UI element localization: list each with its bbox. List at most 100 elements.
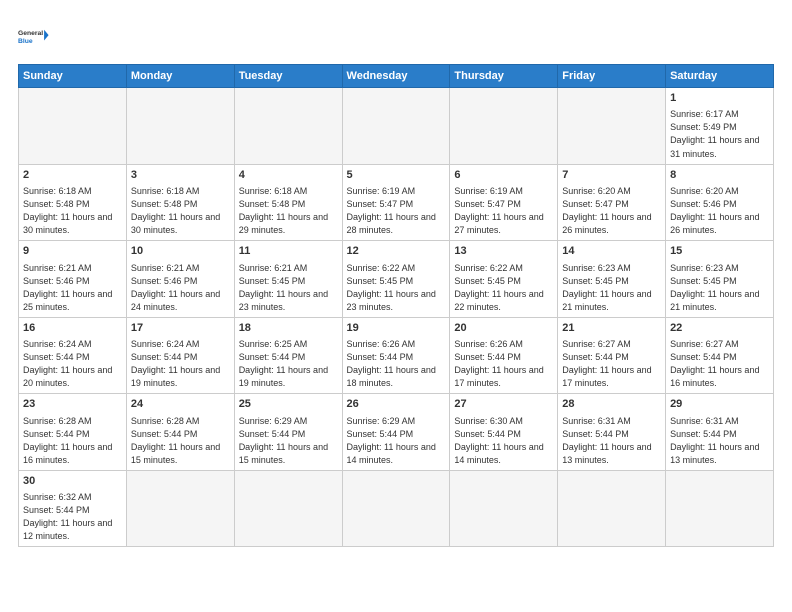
day-number: 6	[454, 168, 553, 183]
day-info: Sunrise: 6:28 AMSunset: 5:44 PMDaylight:…	[23, 415, 122, 467]
day-number: 24	[131, 397, 230, 412]
day-info: Sunrise: 6:23 AMSunset: 5:45 PMDaylight:…	[562, 262, 661, 314]
calendar-cell: 10 Sunrise: 6:21 AMSunset: 5:46 PMDayligh…	[126, 241, 234, 318]
day-info: Sunrise: 6:25 AMSunset: 5:44 PMDaylight:…	[239, 338, 338, 390]
svg-text:Blue: Blue	[18, 38, 33, 45]
weekday-header-tuesday: Tuesday	[234, 65, 342, 88]
day-number: 10	[131, 244, 230, 259]
calendar-cell	[234, 88, 342, 165]
calendar-cell	[558, 88, 666, 165]
calendar-cell: 24Sunrise: 6:28 AMSunset: 5:44 PMDayligh…	[126, 394, 234, 471]
weekday-header-saturday: Saturday	[666, 65, 774, 88]
day-number: 17	[131, 321, 230, 336]
day-info: Sunrise: 6:24 AMSunset: 5:44 PMDaylight:…	[131, 338, 230, 390]
calendar-cell: 18 Sunrise: 6:25 AMSunset: 5:44 PMDayligh…	[234, 317, 342, 394]
calendar-cell: 19 Sunrise: 6:26 AMSunset: 5:44 PMDayligh…	[342, 317, 450, 394]
calendar-cell: 5Sunrise: 6:19 AMSunset: 5:47 PMDaylight…	[342, 164, 450, 241]
day-number: 2	[23, 168, 122, 183]
calendar-cell: 20Sunrise: 6:26 AMSunset: 5:44 PMDayligh…	[450, 317, 558, 394]
day-number: 30	[23, 474, 122, 489]
calendar-cell	[19, 88, 127, 165]
day-number: 8	[670, 168, 769, 183]
calendar-cell: 9 Sunrise: 6:21 AMSunset: 5:46 PMDaylight…	[19, 241, 127, 318]
calendar-cell	[450, 470, 558, 547]
calendar-cell: 25Sunrise: 6:29 AMSunset: 5:44 PMDayligh…	[234, 394, 342, 471]
week-row-1: 2 Sunrise: 6:18 AMSunset: 5:48 PMDaylight…	[19, 164, 774, 241]
calendar-cell: 6 Sunrise: 6:19 AMSunset: 5:47 PMDaylight…	[450, 164, 558, 241]
day-number: 11	[239, 244, 338, 259]
calendar-cell: 21 Sunrise: 6:27 AMSunset: 5:44 PMDayligh…	[558, 317, 666, 394]
day-info: Sunrise: 6:32 AMSunset: 5:44 PMDaylight:…	[23, 491, 122, 543]
calendar-cell	[126, 88, 234, 165]
weekday-header-monday: Monday	[126, 65, 234, 88]
day-number: 29	[670, 397, 769, 412]
calendar-cell	[450, 88, 558, 165]
generalblue-logo-icon: GeneralBlue	[18, 18, 54, 54]
calendar-cell: 17 Sunrise: 6:24 AMSunset: 5:44 PMDayligh…	[126, 317, 234, 394]
calendar-cell: 16Sunrise: 6:24 AMSunset: 5:44 PMDayligh…	[19, 317, 127, 394]
calendar-cell: 7 Sunrise: 6:20 AMSunset: 5:47 PMDaylight…	[558, 164, 666, 241]
day-number: 7	[562, 168, 661, 183]
calendar-cell: 27Sunrise: 6:30 AMSunset: 5:44 PMDayligh…	[450, 394, 558, 471]
calendar-cell: 13 Sunrise: 6:22 AMSunset: 5:45 PMDayligh…	[450, 241, 558, 318]
calendar-cell	[342, 88, 450, 165]
day-info: Sunrise: 6:18 AMSunset: 5:48 PMDaylight:…	[239, 185, 338, 237]
day-number: 19	[347, 321, 446, 336]
week-row-3: 16Sunrise: 6:24 AMSunset: 5:44 PMDayligh…	[19, 317, 774, 394]
day-info: Sunrise: 6:30 AMSunset: 5:44 PMDaylight:…	[454, 415, 553, 467]
week-row-4: 23Sunrise: 6:28 AMSunset: 5:44 PMDayligh…	[19, 394, 774, 471]
calendar-cell: 8 Sunrise: 6:20 AMSunset: 5:46 PMDaylight…	[666, 164, 774, 241]
header: GeneralBlue	[18, 18, 774, 54]
day-info: Sunrise: 6:21 AMSunset: 5:46 PMDaylight:…	[23, 262, 122, 314]
calendar-cell: 28Sunrise: 6:31 AMSunset: 5:44 PMDayligh…	[558, 394, 666, 471]
day-info: Sunrise: 6:29 AMSunset: 5:44 PMDaylight:…	[347, 415, 446, 467]
calendar-cell: 29 Sunrise: 6:31 AMSunset: 5:44 PMDayligh…	[666, 394, 774, 471]
week-row-5: 30 Sunrise: 6:32 AMSunset: 5:44 PMDayligh…	[19, 470, 774, 547]
day-info: Sunrise: 6:22 AMSunset: 5:45 PMDaylight:…	[347, 262, 446, 314]
day-number: 5	[347, 168, 446, 183]
calendar-cell	[558, 470, 666, 547]
day-info: Sunrise: 6:21 AMSunset: 5:46 PMDaylight:…	[131, 262, 230, 314]
day-number: 21	[562, 321, 661, 336]
day-info: Sunrise: 6:31 AMSunset: 5:44 PMDaylight:…	[670, 415, 769, 467]
calendar-cell: 30 Sunrise: 6:32 AMSunset: 5:44 PMDayligh…	[19, 470, 127, 547]
day-number: 4	[239, 168, 338, 183]
day-info: Sunrise: 6:21 AMSunset: 5:45 PMDaylight:…	[239, 262, 338, 314]
calendar-cell: 11 Sunrise: 6:21 AMSunset: 5:45 PMDayligh…	[234, 241, 342, 318]
calendar-cell: 1 Sunrise: 6:17 AMSunset: 5:49 PMDaylight…	[666, 88, 774, 165]
day-info: Sunrise: 6:27 AMSunset: 5:44 PMDaylight:…	[562, 338, 661, 390]
calendar-cell	[342, 470, 450, 547]
day-info: Sunrise: 6:20 AMSunset: 5:46 PMDaylight:…	[670, 185, 769, 237]
day-number: 12	[347, 244, 446, 259]
day-number: 13	[454, 244, 553, 259]
calendar-cell: 3Sunrise: 6:18 AMSunset: 5:48 PMDaylight…	[126, 164, 234, 241]
calendar: SundayMondayTuesdayWednesdayThursdayFrid…	[18, 64, 774, 547]
day-info: Sunrise: 6:26 AMSunset: 5:44 PMDaylight:…	[454, 338, 553, 390]
calendar-cell: 4 Sunrise: 6:18 AMSunset: 5:48 PMDaylight…	[234, 164, 342, 241]
day-number: 9	[23, 244, 122, 259]
day-number: 18	[239, 321, 338, 336]
week-row-0: 1 Sunrise: 6:17 AMSunset: 5:49 PMDaylight…	[19, 88, 774, 165]
week-row-2: 9 Sunrise: 6:21 AMSunset: 5:46 PMDaylight…	[19, 241, 774, 318]
day-number: 22	[670, 321, 769, 336]
day-info: Sunrise: 6:20 AMSunset: 5:47 PMDaylight:…	[562, 185, 661, 237]
page: GeneralBlue SundayMondayTuesdayWednesday…	[0, 0, 792, 612]
day-info: Sunrise: 6:24 AMSunset: 5:44 PMDaylight:…	[23, 338, 122, 390]
logo: GeneralBlue	[18, 18, 54, 54]
day-number: 14	[562, 244, 661, 259]
day-number: 26	[347, 397, 446, 412]
day-info: Sunrise: 6:19 AMSunset: 5:47 PMDaylight:…	[454, 185, 553, 237]
day-info: Sunrise: 6:23 AMSunset: 5:45 PMDaylight:…	[670, 262, 769, 314]
weekday-header-thursday: Thursday	[450, 65, 558, 88]
day-number: 1	[670, 91, 769, 106]
day-info: Sunrise: 6:17 AMSunset: 5:49 PMDaylight:…	[670, 108, 769, 160]
calendar-cell: 12 Sunrise: 6:22 AMSunset: 5:45 PMDayligh…	[342, 241, 450, 318]
calendar-cell	[666, 470, 774, 547]
day-info: Sunrise: 6:26 AMSunset: 5:44 PMDaylight:…	[347, 338, 446, 390]
calendar-cell	[126, 470, 234, 547]
day-info: Sunrise: 6:22 AMSunset: 5:45 PMDaylight:…	[454, 262, 553, 314]
weekday-header-wednesday: Wednesday	[342, 65, 450, 88]
calendar-cell: 14 Sunrise: 6:23 AMSunset: 5:45 PMDayligh…	[558, 241, 666, 318]
calendar-cell: 22Sunrise: 6:27 AMSunset: 5:44 PMDayligh…	[666, 317, 774, 394]
day-number: 3	[131, 168, 230, 183]
